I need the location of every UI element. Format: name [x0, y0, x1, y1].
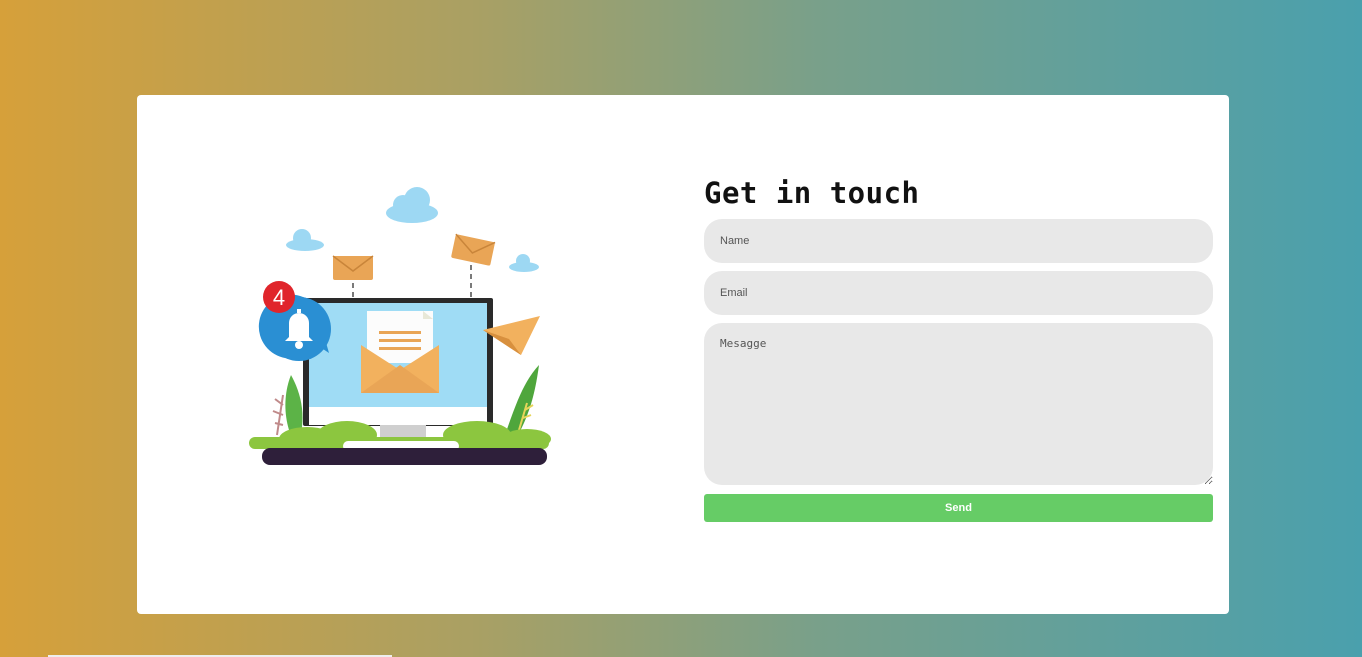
contact-card: 4 Get in touch Send: [137, 95, 1229, 614]
notification-badge: 4: [263, 281, 295, 313]
send-button[interactable]: Send: [704, 494, 1213, 522]
name-input[interactable]: [704, 219, 1213, 263]
svg-text:4: 4: [273, 285, 285, 310]
message-textarea[interactable]: [704, 323, 1213, 485]
envelope-icon: [332, 233, 496, 280]
mail-open-icon: [361, 311, 439, 393]
cloud-icon: [286, 187, 539, 272]
form-title: Get in touch: [704, 176, 920, 210]
email-input[interactable]: [704, 271, 1213, 315]
contact-form: Get in touch Send: [704, 173, 1213, 522]
contact-illustration: 4: [247, 185, 577, 475]
